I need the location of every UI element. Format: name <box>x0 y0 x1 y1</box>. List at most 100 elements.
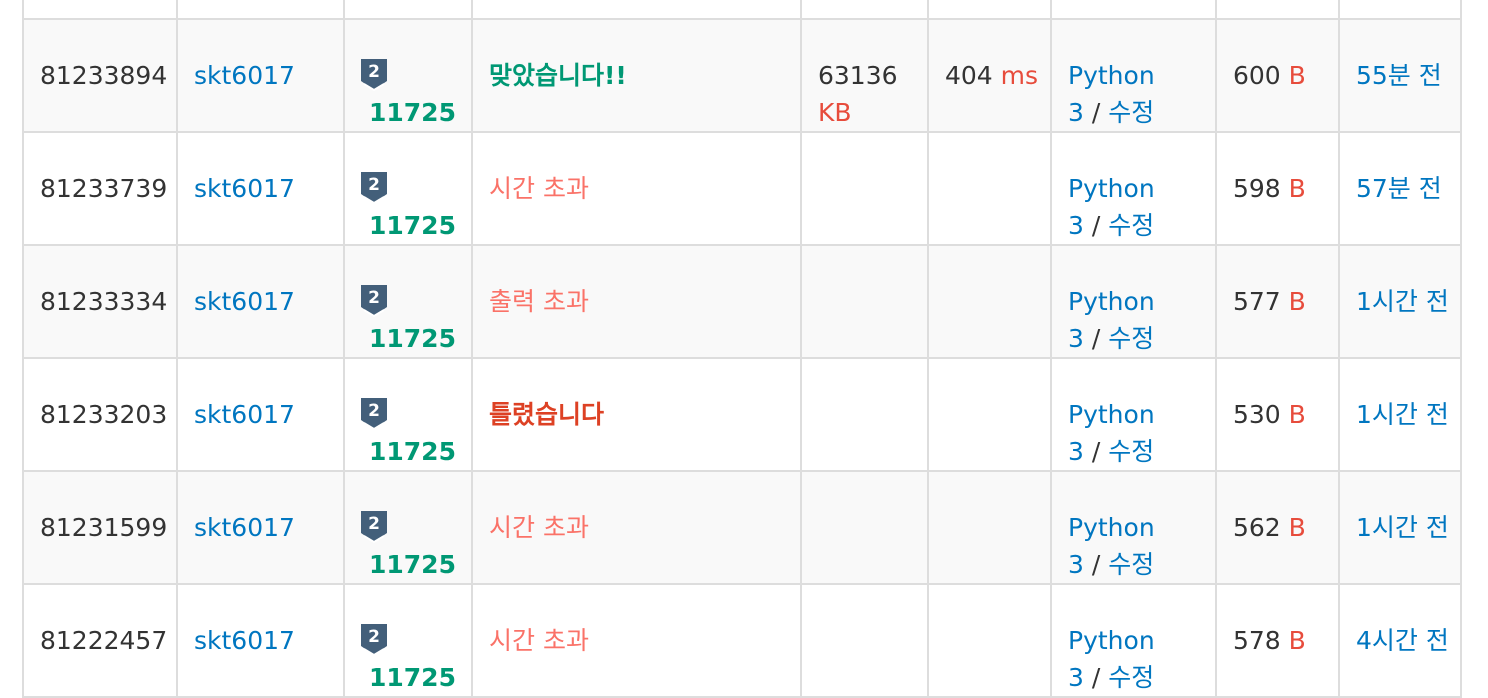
submitted-time-cell: 1시간 전 <box>1338 470 1462 585</box>
submission-id-cell: 81233334 <box>22 244 178 359</box>
code-length-value: 578 <box>1233 626 1281 655</box>
result-text: 시간 초과 <box>489 626 589 655</box>
silver-2-tier-icon: 2 <box>361 59 387 92</box>
submitted-time-link[interactable]: 1시간 전 <box>1356 396 1451 433</box>
code-length-cell: 578 B <box>1215 583 1340 698</box>
user-link[interactable]: skt6017 <box>194 287 295 316</box>
submitted-time-link[interactable]: 1시간 전 <box>1356 509 1451 546</box>
status-table-container: 81233894 skt6017 2 11725 맞았습니다!! 63136 KB… <box>22 0 1462 698</box>
edit-link[interactable]: 수정 <box>1108 550 1154 579</box>
language-version-link[interactable]: 3 <box>1068 98 1084 127</box>
language-cell: Python 3 / 수정 <box>1050 244 1217 359</box>
result-text: 맞았습니다!! <box>489 61 627 90</box>
problem-link[interactable]: 11725 <box>369 94 470 130</box>
edit-link[interactable]: 수정 <box>1108 437 1154 466</box>
submission-status-table: 81233894 skt6017 2 11725 맞았습니다!! 63136 KB… <box>22 0 1462 698</box>
code-length-value: 530 <box>1233 400 1281 429</box>
result-cell: 시간 초과 <box>471 131 802 246</box>
user-link[interactable]: skt6017 <box>194 513 295 542</box>
language-version-link[interactable]: 3 <box>1068 550 1084 579</box>
submission-id-cell: 81233739 <box>22 131 178 246</box>
edit-link[interactable]: 수정 <box>1108 663 1154 692</box>
submission-id: 81233203 <box>40 400 168 429</box>
code-length-unit: B <box>1288 61 1306 90</box>
svg-text:2: 2 <box>368 288 380 308</box>
edit-link[interactable]: 수정 <box>1108 211 1154 240</box>
submitted-time-cell: 1시간 전 <box>1338 244 1462 359</box>
language-cell: Python 3 / 수정 <box>1050 470 1217 585</box>
table-row: 81233334 skt6017 2 11725 출력 초과 Python 3 /… <box>22 244 1462 359</box>
table-row: 81222457 skt6017 2 11725 시간 초과 Python 3 /… <box>22 583 1462 698</box>
result-cell: 시간 초과 <box>471 583 802 698</box>
problem-link[interactable]: 11725 <box>369 659 470 695</box>
problem-cell: 2 11725 <box>343 357 473 472</box>
memory-cell <box>800 131 929 246</box>
submitted-time-cell: 57분 전 <box>1338 131 1462 246</box>
problem-link[interactable]: 11725 <box>369 320 470 356</box>
table-row: 81231599 skt6017 2 11725 시간 초과 Python 3 /… <box>22 470 1462 585</box>
separator: / <box>1091 437 1101 466</box>
user-link[interactable]: skt6017 <box>194 174 295 203</box>
language-version-link[interactable]: 3 <box>1068 211 1084 240</box>
svg-text:2: 2 <box>368 401 380 421</box>
user-link[interactable]: skt6017 <box>194 626 295 655</box>
code-length-value: 577 <box>1233 287 1281 316</box>
problem-link[interactable]: 11725 <box>369 546 470 582</box>
result-cell: 시간 초과 <box>471 470 802 585</box>
memory-cell <box>800 583 929 698</box>
result-text: 시간 초과 <box>489 513 589 542</box>
code-length-unit: B <box>1288 513 1306 542</box>
memory-unit: KB <box>818 98 852 127</box>
language-link[interactable]: Python <box>1068 174 1155 203</box>
user-link[interactable]: skt6017 <box>194 61 295 90</box>
memory-cell <box>800 244 929 359</box>
time-unit: ms <box>1000 61 1039 90</box>
result-cell: 맞았습니다!! <box>471 18 802 133</box>
user-cell: skt6017 <box>176 131 345 246</box>
code-length-value: 598 <box>1233 174 1281 203</box>
submission-id: 81233894 <box>40 61 168 90</box>
user-cell: skt6017 <box>176 470 345 585</box>
table-row: 81233739 skt6017 2 11725 시간 초과 Python 3 /… <box>22 131 1462 246</box>
language-link[interactable]: Python <box>1068 400 1155 429</box>
separator: / <box>1091 211 1101 240</box>
table-row: 81233203 skt6017 2 11725 틀렸습니다 Python 3 /… <box>22 357 1462 472</box>
submitted-time-cell: 1시간 전 <box>1338 357 1462 472</box>
user-cell: skt6017 <box>176 357 345 472</box>
problem-link[interactable]: 11725 <box>369 207 470 243</box>
submission-id-cell: 81222457 <box>22 583 178 698</box>
language-link[interactable]: Python <box>1068 626 1155 655</box>
user-cell: skt6017 <box>176 583 345 698</box>
submitted-time-link[interactable]: 1시간 전 <box>1356 283 1451 320</box>
submission-id: 81222457 <box>40 626 168 655</box>
separator: / <box>1091 98 1101 127</box>
svg-text:2: 2 <box>368 62 380 82</box>
language-cell: Python 3 / 수정 <box>1050 18 1217 133</box>
submitted-time-link[interactable]: 55분 전 <box>1356 57 1451 94</box>
time-cell <box>927 583 1052 698</box>
code-length-cell: 530 B <box>1215 357 1340 472</box>
result-text: 출력 초과 <box>489 287 589 316</box>
submitted-time-link[interactable]: 4시간 전 <box>1356 622 1451 659</box>
language-link[interactable]: Python <box>1068 287 1155 316</box>
svg-text:2: 2 <box>368 627 380 647</box>
code-length-cell: 598 B <box>1215 131 1340 246</box>
silver-2-tier-icon: 2 <box>361 398 387 431</box>
submission-id: 81233334 <box>40 287 168 316</box>
memory-value: 63136 <box>818 61 898 90</box>
code-length-unit: B <box>1288 174 1306 203</box>
language-version-link[interactable]: 3 <box>1068 437 1084 466</box>
language-version-link[interactable]: 3 <box>1068 663 1084 692</box>
language-link[interactable]: Python <box>1068 61 1155 90</box>
user-link[interactable]: skt6017 <box>194 400 295 429</box>
separator: / <box>1091 324 1101 353</box>
edit-link[interactable]: 수정 <box>1108 98 1154 127</box>
language-version-link[interactable]: 3 <box>1068 324 1084 353</box>
problem-link[interactable]: 11725 <box>369 433 470 469</box>
submitted-time-link[interactable]: 57분 전 <box>1356 170 1451 207</box>
silver-2-tier-icon: 2 <box>361 285 387 318</box>
time-cell <box>927 470 1052 585</box>
edit-link[interactable]: 수정 <box>1108 324 1154 353</box>
table-row: 81233894 skt6017 2 11725 맞았습니다!! 63136 KB… <box>22 18 1462 133</box>
language-link[interactable]: Python <box>1068 513 1155 542</box>
